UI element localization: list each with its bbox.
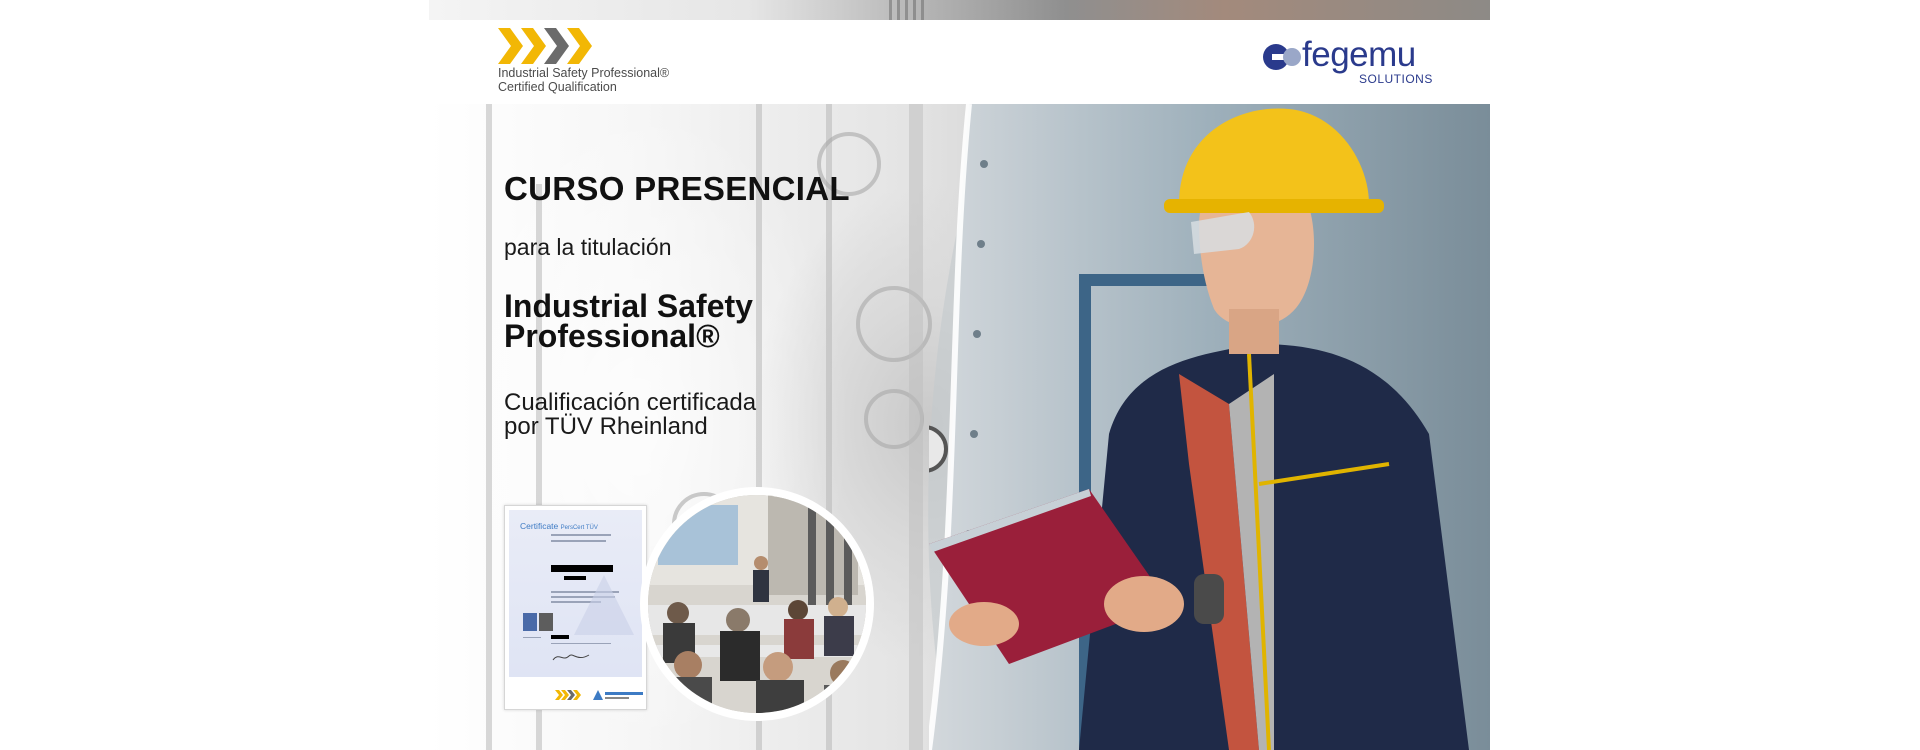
banner: Industrial Safety Professional® Certifie…: [429, 0, 1490, 750]
fegemu-wordmark: fegemu: [1302, 35, 1416, 74]
course-headline: Industrial Safety Professional®: [504, 288, 924, 354]
chevron-logo-icon: [498, 28, 592, 64]
course-headline-line2: Professional®: [504, 318, 720, 354]
course-headline-line1: Industrial Safety: [504, 288, 753, 324]
cert-footer-logos-icon: [555, 690, 643, 700]
main-photo-area: CURSO PRESENCIAL para la titulación Indu…: [429, 103, 1490, 750]
certificate-title-suffix: PersCert TÜV: [560, 525, 598, 531]
header-band: Industrial Safety Professional® Certifie…: [429, 20, 1490, 104]
cert-watermark-icon: [574, 575, 634, 635]
fegemu-mark-icon: [1263, 44, 1301, 70]
fegemu-logo: fegemu SOLUTIONS: [1262, 35, 1442, 90]
course-copy: CURSO PRESENCIAL para la titulación Indu…: [504, 170, 924, 439]
cert-seal-icon: [523, 613, 553, 631]
seminar-photo-illustration: [648, 495, 866, 713]
course-subline: Cualificación certificada por TÜV Rheinl…: [504, 391, 924, 439]
worker-illustration: [900, 103, 1490, 750]
course-lead: para la titulación: [504, 234, 672, 260]
course-subline-line2: por TÜV Rheinland: [504, 413, 708, 440]
certificate-title-main: Certificate: [520, 521, 559, 531]
top-strip-photo: [429, 0, 1490, 20]
certificate-image: Certificate PersCert TÜV: [504, 505, 647, 710]
isp-logo-line1: Industrial Safety Professional®: [498, 66, 670, 80]
isp-logo-line2: Certified Qualification: [498, 80, 617, 94]
signature-icon: [552, 654, 590, 661]
fegemu-subtitle: SOLUTIONS: [1359, 72, 1433, 86]
isp-logo: Industrial Safety Professional® Certifie…: [498, 28, 698, 98]
seminar-photo-frame: [640, 487, 874, 721]
seminar-photo: [648, 495, 866, 713]
certificate-body: Certificate PersCert TÜV: [509, 510, 642, 677]
course-subline-line1: Cualificación certificada: [504, 389, 757, 416]
worker-photo: [900, 103, 1490, 750]
certificate-title: Certificate PersCert TÜV: [520, 521, 598, 531]
course-title: CURSO PRESENCIAL: [504, 170, 850, 207]
